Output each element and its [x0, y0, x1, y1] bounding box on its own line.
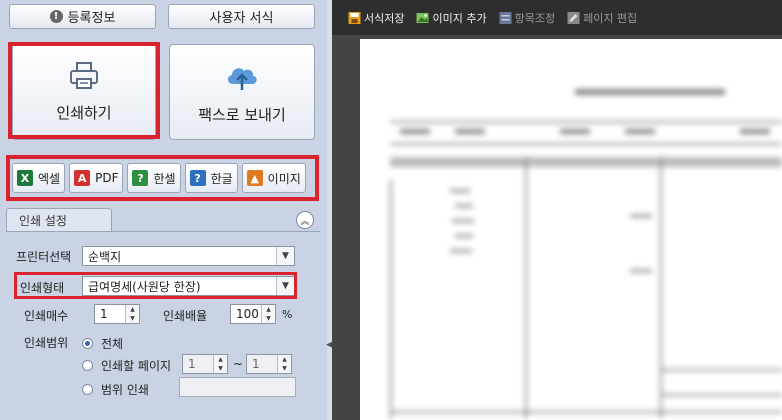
printer-select-value: 순백지 — [88, 249, 122, 264]
fax-button-label: 팩스로 보내기 — [198, 105, 286, 124]
stepper-down-icon[interactable]: ▼ — [262, 314, 275, 323]
range-custom-radio[interactable]: 범위 인쇄 — [82, 381, 149, 398]
adjust-items-label: 항목조정 — [514, 11, 556, 25]
scale-value: 100 — [236, 307, 259, 321]
add-image-icon — [416, 12, 429, 23]
save-icon — [348, 11, 361, 24]
radio-unselected-icon — [82, 384, 93, 395]
range-custom-label: 범위 인쇄 — [101, 383, 149, 397]
copies-label: 인쇄매수 — [24, 309, 69, 323]
page-to-stepper[interactable]: 1 ▲ ▼ — [246, 354, 292, 374]
range-custom-input[interactable] — [179, 377, 296, 397]
radio-unselected-icon — [82, 360, 93, 371]
adjust-items-button[interactable]: 항목조정 — [499, 10, 555, 26]
tab-print-settings[interactable]: 인쇄 설정 — [6, 208, 112, 232]
edit-page-label: 페이지 편집 — [583, 11, 638, 25]
stepper-up-icon[interactable]: ▲ — [214, 355, 227, 364]
blurred-document-content — [360, 39, 782, 420]
chevron-down-icon[interactable]: ▼ — [276, 247, 294, 265]
page-from-stepper[interactable]: 1 ▲ ▼ — [182, 354, 228, 374]
range-all-radio[interactable]: 전체 — [82, 335, 123, 352]
page-from-value: 1 — [188, 357, 196, 371]
stepper-down-icon[interactable]: ▼ — [126, 314, 139, 323]
page-to-value: 1 — [252, 357, 260, 371]
scale-unit: % — [282, 308, 293, 321]
print-settings-section: 인쇄 설정 ︽ 프린터선택 순백지 ▼ 인쇄형태 급여명세(사원당 한장) ▼ … — [6, 208, 320, 420]
stepper-up-icon[interactable]: ▲ — [126, 305, 139, 314]
tab-divider — [6, 231, 320, 232]
cloud-upload-icon — [227, 67, 257, 90]
copies-stepper[interactable]: 1 ▲ ▼ — [94, 304, 140, 324]
scale-label: 인쇄배율 — [163, 309, 208, 323]
printer-select[interactable]: 순백지 ▼ — [82, 246, 295, 266]
save-format-label: 서식저장 — [364, 11, 405, 25]
print-type-highlight — [14, 272, 297, 299]
stepper-up-icon[interactable]: ▲ — [278, 355, 291, 364]
add-image-button[interactable]: 이미지 추가 — [416, 10, 487, 26]
range-pages-radio[interactable]: 인쇄할 페이지 — [82, 357, 171, 374]
edit-page-button[interactable]: 페이지 편집 — [567, 10, 637, 26]
collapse-up-icon[interactable]: ︽ — [296, 211, 314, 229]
preview-panel: 서식저장 이미지 추가 항목조정 페이지 편집 — [332, 0, 782, 420]
print-button-highlight — [8, 42, 160, 139]
range-pages-label: 인쇄할 페이지 — [101, 359, 172, 373]
register-info-button[interactable]: ! 등록정보 — [9, 4, 156, 29]
printer-select-label: 프린터선택 — [16, 250, 72, 264]
adjust-items-icon — [499, 11, 512, 24]
export-toolbar-highlight — [6, 155, 319, 201]
stepper-up-icon[interactable]: ▲ — [262, 305, 275, 314]
stepper-down-icon[interactable]: ▼ — [214, 364, 227, 373]
radio-selected-icon — [82, 338, 93, 349]
fax-button[interactable]: 팩스로 보내기 — [169, 44, 315, 140]
copies-value: 1 — [100, 307, 108, 321]
range-all-label: 전체 — [101, 337, 124, 351]
print-range-label: 인쇄범위 — [24, 336, 69, 350]
user-format-button[interactable]: 사용자 서식 — [168, 4, 315, 29]
edit-page-icon — [567, 11, 580, 24]
document-preview — [360, 39, 782, 420]
register-info-label: 등록정보 — [67, 11, 116, 26]
add-image-label: 이미지 추가 — [432, 11, 487, 25]
left-panel: ! 등록정보 사용자 서식 인쇄하기 팩스로 보내기 X 엑셀 A PDF ? … — [0, 0, 327, 420]
stepper-down-icon[interactable]: ▼ — [278, 364, 291, 373]
info-icon: ! — [49, 10, 63, 23]
user-format-label: 사용자 서식 — [209, 11, 274, 26]
preview-toolbar: 서식저장 이미지 추가 항목조정 페이지 편집 — [332, 0, 782, 35]
scale-stepper[interactable]: 100 ▲ ▼ — [230, 304, 276, 324]
save-format-button[interactable]: 서식저장 — [348, 10, 404, 26]
page-range-separator: ~ — [233, 357, 244, 371]
